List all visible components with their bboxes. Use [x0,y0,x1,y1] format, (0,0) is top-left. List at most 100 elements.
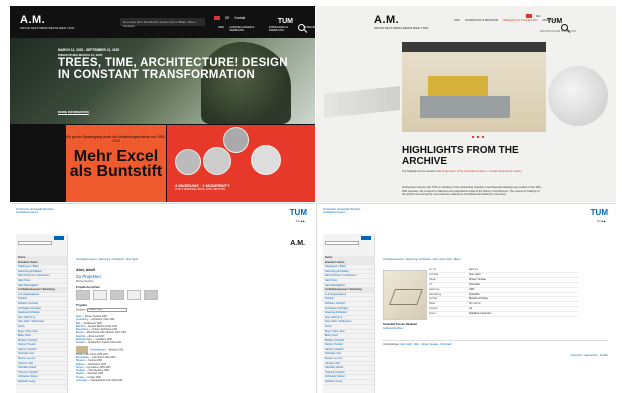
thumbnail[interactable] [127,290,141,300]
lang-link[interactable]: DE [536,14,540,18]
search-input[interactable]: Neu unter dem Suchbutton suchen Sie in B… [120,18,205,28]
tum-logo[interactable]: TUM [547,18,562,25]
dot[interactable] [472,136,474,138]
item-link[interactable]: Abtei [76,316,81,318]
catalogue-link[interactable]: Werkverzeichnis [76,280,94,283]
hero-banner[interactable]: MARCH 12, 2025 - SEPTEMBER 21, 2025 PINA… [10,38,315,124]
flag-icon[interactable] [214,16,220,20]
image-yellow [428,76,488,96]
image-grey [420,96,510,118]
item-link[interactable]: Stadion [76,373,84,375]
menu-item-info[interactable]: INFO [454,19,460,22]
menu-item-research[interactable]: RESEARCH & COLLECTION [503,19,537,22]
sidebar-list: Suche Erweiterte Suche Objekttypen / Bilde… [16,256,67,385]
item-link[interactable]: Museum [76,360,85,362]
study-room-link[interactable]: Study Room of the Architekturmuseum [442,170,486,173]
tum-logo[interactable]: TUM [591,208,608,217]
contact-request-link[interactable]: Contact Request for viewing [489,170,521,173]
contact-link[interactable]: Kontakt [234,16,245,20]
item-text: Neubau 1953 [88,360,103,363]
archive-hero-image[interactable] [402,42,546,132]
breadcrumb[interactable]: Architekturmuseum › Sammlung › Architekt… [383,258,461,261]
breadcrumb[interactable]: Architekturmuseum › Sammlung › Architekt… [76,258,138,261]
item-link[interactable]: Geschäftshaus [90,349,105,351]
sidebar-item[interactable]: Ziebland, Georg [16,380,67,385]
project-list: Abtei — Kloster, Neubau 1950 Ausstellung … [76,316,306,383]
promo-headline: Mehr Excel als Buntstift [69,148,163,180]
thumbnail[interactable] [110,290,124,300]
item-link[interactable]: Friedhof [76,342,84,344]
menu-item-research[interactable]: FORSCHUNG & SAMMLUNG [269,26,299,32]
search-button[interactable] [298,18,305,36]
thumbnail[interactable] [144,290,158,300]
item-text: Rheinbrücke Köln-Mülheim 1927-1929 [86,332,126,335]
lang-link[interactable]: DE [225,16,229,20]
pager[interactable]: 1/3 ◀ ▶ [296,220,305,223]
promo-tile-excel[interactable]: Ein großer Spaziergang durch die Archite… [66,125,166,202]
dot[interactable] [482,136,484,138]
sidebar-search-button[interactable] [54,236,64,240]
item-link[interactable]: Schule [76,367,83,369]
sidebar-search-input[interactable] [325,241,359,245]
carousel-dots[interactable] [472,136,484,138]
item-link[interactable]: Siedlung [76,370,85,372]
item-link[interactable]: Messehallen [76,357,89,359]
site-logo[interactable]: A.M. ARCHITEKTURMUSEUM DER TUM [20,14,74,30]
item-link[interactable]: Denkmal [76,336,85,338]
item-link[interactable]: Rathaus [76,364,85,366]
sort-select[interactable]: Projekt (Jahr) [87,308,128,312]
item-link[interactable]: Bahnhof [76,326,85,328]
university-name[interactable]: Technische Universität München Architektu… [323,208,360,214]
links-label: Verknüpfungen: [383,343,400,346]
sidebar: Suche Erweiterte Suche Objekttypen / Bilde… [16,234,68,393]
menu-item-exhibitions[interactable]: AUSSTELLUNGEN & SAMMLUNG [229,26,264,32]
sidebar-search-input[interactable] [18,241,52,245]
search-button[interactable] [561,18,568,36]
uni-line: Architekturmuseum [16,211,39,215]
related-links[interactable]: Abel, Adolf · Abtei · Kloster, Neubau · … [400,343,451,346]
am-logo[interactable]: A.M. [290,240,305,247]
metadata-value: 1950 [469,287,475,291]
drawing-image[interactable] [383,270,427,320]
metadata-value: Digitalisat vorhanden [469,312,492,316]
university-name[interactable]: Technische Universität München Architektu… [16,208,53,214]
more-info-link[interactable]: MORE INFORMATION [58,110,89,114]
footer-links[interactable]: Impressum · Datenschutz · Kontakt [571,354,608,357]
flag-icon[interactable] [526,14,532,18]
item-link[interactable]: Universität [76,380,87,382]
item-link[interactable]: Bauernhaus [76,329,88,331]
item-link[interactable]: Ausstellung [76,319,88,321]
item-thumbnail[interactable] [76,345,88,354]
sidebar-search-button[interactable] [361,236,371,240]
sidebar-item[interactable]: Ziebland, Georg [323,380,374,385]
item-link[interactable]: Einfamilienhaus [76,339,92,341]
hero-date: MARCH 12, 2025 - SEPTEMBER 21, 2025 [58,48,120,52]
dot[interactable] [477,136,479,138]
site-logo[interactable]: A.M. ARCHITEKTURMUSEUM DER TUM [374,14,428,30]
main-menu: INFO EXHIBITIONS & PROGRAM RESEARCH & CO… [454,19,556,22]
item-text: Ev. Kirche 1950-1951 [86,353,109,356]
metadata-key: Datierung [429,287,440,291]
sub-links[interactable]: ARCHIVE ONLINE COLLECTION [540,30,576,33]
thumbnail[interactable] [76,290,90,300]
museum-photo-2 [203,147,231,175]
list-item: Universität — Hauptgebäude Köln 1929-193… [76,380,123,383]
tum-logo[interactable]: TUM [290,208,307,217]
sidebar-list: Suche Erweiterte Suche Objekttypen / Bilde… [323,256,374,385]
museum-home-dark: A.M. ARCHITEKTURMUSEUM DER TUM Neu unter … [10,6,315,202]
item-link[interactable]: Kirche [76,354,83,356]
tum-logo[interactable]: TUM [278,18,293,25]
item-text: Umbau 1948 [87,376,101,379]
projects-link[interactable]: Zu Projekten [76,274,101,279]
open-large-link[interactable]: Großansicht öffnen [383,327,403,330]
promo-tile-modernity[interactable]: 4 MUSEUMS · 1 MODERNITY LIVE & WORKING S… [167,125,315,202]
item-link[interactable]: Theater [76,377,84,379]
menu-item-exhibitions[interactable]: EXHIBITIONS & PROGRAM [465,19,498,22]
drawing-left [324,86,400,118]
pager[interactable]: 1/3 ◀ ▶ [597,220,606,223]
metadata-value: Abel, Adolf [469,272,481,276]
thumbnail[interactable] [93,290,107,300]
item-link[interactable]: Brücke [76,332,83,334]
menu-item-info[interactable]: INFO [218,26,224,32]
item-link[interactable]: Bad [76,323,80,325]
